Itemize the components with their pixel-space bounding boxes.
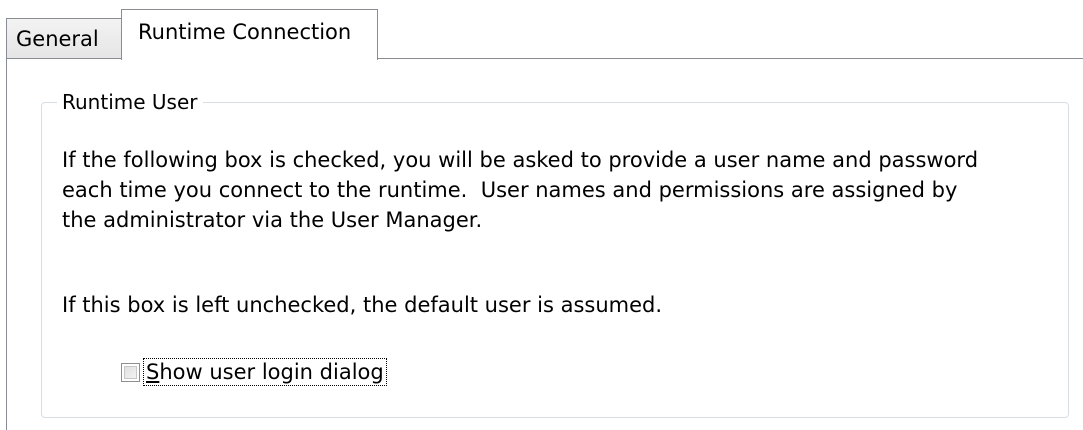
tab-general[interactable]: General — [6, 18, 122, 58]
properties-dialog: General Runtime Connection Runtime User … — [0, 0, 1083, 430]
default-user-note: If this box is left unchecked, the defau… — [62, 293, 663, 317]
tab-runtime-connection-label: Runtime Connection — [138, 20, 352, 44]
description-line: If the following box is checked, you wil… — [62, 148, 979, 172]
tab-runtime-connection[interactable]: Runtime Connection — [121, 9, 378, 60]
description-line: the administrator via the User Manager. — [62, 208, 483, 232]
runtime-user-groupbox: Runtime User If the following box is che… — [41, 89, 1069, 418]
description-text: If the following box is checked, you wil… — [62, 145, 978, 235]
tab-panel: Runtime User If the following box is che… — [6, 58, 1083, 430]
access-key-letter: S — [146, 360, 160, 384]
groupbox-title: Runtime User — [57, 89, 204, 115]
checkbox-label-text: how user login dialog — [159, 360, 384, 384]
show-login-dialog-label[interactable]: Show user login dialog — [143, 358, 387, 386]
show-login-dialog-option[interactable]: Show user login dialog — [121, 356, 387, 388]
description-line: each time you connect to the runtime. Us… — [62, 178, 958, 202]
show-login-dialog-checkbox[interactable] — [121, 362, 140, 382]
tab-general-label: General — [16, 27, 99, 51]
